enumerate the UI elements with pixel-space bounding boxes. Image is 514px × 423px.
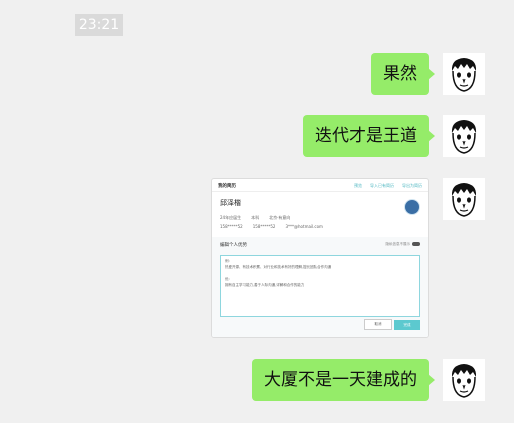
message-row: 大厦不是一天建成的	[252, 359, 485, 401]
screenshot-info-row: 158*****52 158*****52 3***@hotmail.com	[220, 224, 323, 229]
screenshot-name: 邱泽楷	[220, 199, 241, 207]
screenshot-nav: 预览 导入已有简历 导出为简历	[354, 183, 422, 189]
screenshot-info-row: 24年应届生 本科 北京·有意向	[220, 215, 290, 221]
screenshot-nav-item: 预览	[354, 183, 362, 188]
profile-photo	[404, 199, 420, 215]
textarea-line: 热爱开源、有技术积累、对行业和技术有好的理解,擅长团队合作沟通	[225, 265, 332, 269]
info-item: 24年应届生	[220, 215, 242, 220]
info-item: 3***@hotmail.com	[285, 224, 323, 229]
cancel-button: 取消	[364, 319, 392, 330]
textarea-line: 例:	[225, 259, 230, 263]
message-row: 我的简历 预览 导入已有简历 导出为简历 邱泽楷 24年应届生 本科 北京·有意…	[211, 178, 485, 338]
toggle-label: 隐私信息不展示	[385, 242, 411, 246]
message-bubble[interactable]: 果然	[371, 53, 435, 95]
avatar-cartoon-icon	[451, 120, 477, 154]
textarea-line: 优:	[225, 277, 230, 281]
avatar[interactable]	[443, 115, 485, 157]
avatar[interactable]	[443, 359, 485, 401]
strengths-textarea: 例: 热爱开源、有技术积累、对行业和技术有好的理解,擅长团队合作沟通 优: 拥有…	[220, 255, 420, 317]
screenshot-nav-item: 导入已有简历	[370, 183, 394, 188]
avatar[interactable]	[443, 53, 485, 95]
image-message[interactable]: 我的简历 预览 导入已有简历 导出为简历 邱泽楷 24年应届生 本科 北京·有意…	[211, 178, 429, 338]
info-item: 本科	[251, 215, 260, 220]
divider	[212, 191, 428, 192]
avatar-cartoon-icon	[451, 183, 477, 217]
chat-timestamp: 23:21	[75, 14, 123, 36]
message-row: 果然	[371, 53, 485, 95]
screenshot-header-title: 我的简历	[218, 184, 236, 189]
privacy-toggle	[412, 242, 420, 246]
info-item: 158*****52	[220, 224, 243, 229]
avatar[interactable]	[443, 178, 485, 220]
avatar-cartoon-icon	[451, 364, 477, 398]
section-title: 编辑个人优势	[220, 243, 247, 248]
save-button: 完成	[394, 320, 420, 330]
message-row: 迭代才是王道	[303, 115, 485, 157]
textarea-line: 拥有自主学习能力,善于人际沟通,详解和合作的能力	[225, 283, 305, 287]
message-bubble[interactable]: 迭代才是王道	[303, 115, 435, 157]
avatar-cartoon-icon	[451, 58, 477, 92]
info-item: 158*****52	[252, 224, 276, 229]
screenshot-nav-item: 导出为简历	[402, 183, 422, 188]
info-item: 北京·有意向	[269, 215, 291, 220]
message-bubble[interactable]: 大厦不是一天建成的	[252, 359, 435, 401]
